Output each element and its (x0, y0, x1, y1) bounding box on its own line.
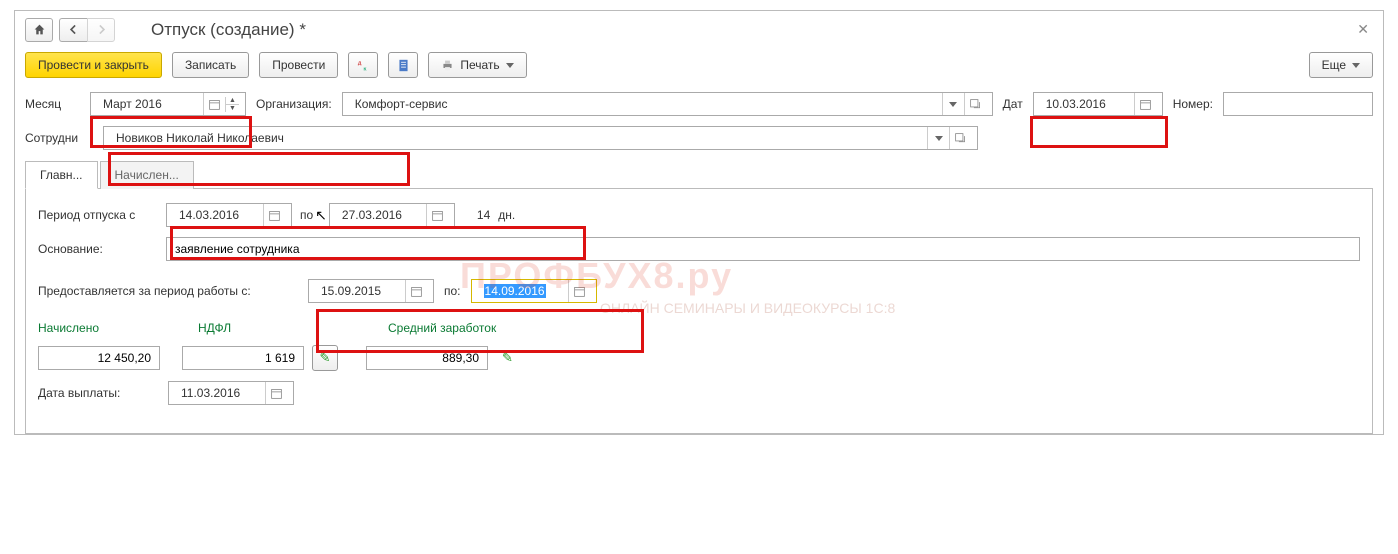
date-label: Дат (1003, 97, 1023, 111)
print-button[interactable]: Печать (428, 52, 526, 78)
more-label: Еще (1322, 58, 1346, 72)
calendar-icon[interactable] (265, 382, 287, 404)
work-period-to-value: 14.09.2016 (478, 284, 568, 298)
home-icon (33, 23, 46, 36)
period-from-field[interactable]: 14.03.2016 (166, 203, 292, 227)
save-button[interactable]: Записать (172, 52, 249, 78)
employee-label: Сотрудни (25, 131, 93, 145)
chevron-down-icon (1352, 63, 1360, 68)
org-label: Организация: (256, 97, 332, 111)
month-field[interactable]: Март 2016 ▲ ▼ (90, 92, 246, 116)
period-to-label: по (300, 208, 313, 222)
forward-button[interactable] (87, 18, 115, 42)
open-icon (954, 132, 967, 145)
period-days: 14 (477, 208, 490, 222)
avg-label: Средний заработок (388, 321, 496, 335)
tab-main[interactable]: Главн... (25, 161, 98, 189)
avg-input[interactable] (373, 350, 481, 366)
svg-text:К: К (363, 66, 366, 72)
svg-text:Д: Д (358, 60, 362, 66)
accrued-field[interactable] (38, 346, 160, 370)
more-button[interactable]: Еще (1309, 52, 1373, 78)
employee-value: Новиков Николай Николаевич (110, 131, 927, 145)
work-period-to-label: по: (444, 284, 461, 298)
printer-icon (441, 59, 454, 72)
calendar-icon[interactable] (1134, 93, 1156, 115)
payout-date-field[interactable]: 11.03.2016 (168, 381, 294, 405)
spinner-down[interactable]: ▼ (226, 105, 239, 112)
document-button[interactable] (388, 52, 418, 78)
arrow-right-icon (95, 23, 108, 36)
avg-field[interactable] (366, 346, 488, 370)
org-value: Комфорт-сервис (349, 97, 942, 111)
document-icon (397, 59, 410, 72)
payout-date-label: Дата выплаты: (38, 386, 158, 400)
doc-date-field[interactable]: 10.03.2016 (1033, 92, 1163, 116)
number-field[interactable] (1223, 92, 1373, 116)
dropdown-button[interactable] (927, 127, 949, 149)
period-to-field[interactable]: 27.03.2016 (329, 203, 455, 227)
calendar-icon[interactable] (263, 204, 285, 226)
calendar-icon[interactable] (568, 280, 590, 302)
calendar-icon[interactable] (405, 280, 427, 302)
accrued-label: Начислено (38, 321, 168, 335)
tab-accrued[interactable]: Начислен... (100, 161, 194, 189)
basis-input[interactable] (173, 241, 1353, 257)
month-label: Месяц (25, 97, 80, 111)
period-to-value: 27.03.2016 (336, 208, 426, 222)
calendar-icon[interactable] (426, 204, 448, 226)
ndfl-field[interactable] (182, 346, 304, 370)
print-label: Печать (460, 58, 499, 72)
employee-field[interactable]: Новиков Николай Николаевич (103, 126, 978, 150)
post-button[interactable]: Провести (259, 52, 338, 78)
open-icon (969, 98, 982, 111)
work-period-to-field[interactable]: 14.09.2016 (471, 279, 597, 303)
accrued-input[interactable] (45, 350, 153, 366)
ndfl-label: НДФЛ (198, 321, 358, 335)
pencil-icon: ✎ (320, 350, 331, 366)
payout-date-value: 11.03.2016 (175, 386, 265, 400)
post-and-close-button[interactable]: Провести и закрыть (25, 52, 162, 78)
page-title: Отпуск (создание) * (151, 20, 306, 40)
close-button[interactable]: ✕ (1353, 17, 1373, 42)
dt-kt-button[interactable]: ДК (348, 52, 378, 78)
work-period-from-value: 15.09.2015 (315, 284, 405, 298)
period-label: Период отпуска с (38, 208, 158, 222)
arrow-left-icon (67, 23, 80, 36)
dt-kt-icon: ДК (357, 59, 370, 72)
spinner-up[interactable]: ▲ (226, 97, 239, 105)
cursor-icon: ↖ (315, 207, 327, 224)
pencil-icon[interactable]: ✎ (502, 350, 513, 366)
period-from-value: 14.03.2016 (173, 208, 263, 222)
work-period-from-field[interactable]: 15.09.2015 (308, 279, 434, 303)
chevron-down-icon (506, 63, 514, 68)
period-days-unit: дн. (498, 208, 515, 222)
dropdown-button[interactable] (942, 93, 964, 115)
back-button[interactable] (59, 18, 87, 42)
home-button[interactable] (25, 18, 53, 42)
basis-field[interactable] (166, 237, 1360, 261)
open-button[interactable] (964, 93, 986, 115)
org-field[interactable]: Комфорт-сервис (342, 92, 993, 116)
doc-date-value: 10.03.2016 (1040, 97, 1134, 111)
work-period-label: Предоставляется за период работы с: (38, 284, 298, 298)
basis-label: Основание: (38, 242, 158, 256)
calendar-icon[interactable] (203, 93, 225, 115)
number-label: Номер: (1173, 97, 1213, 111)
edit-ndfl-button[interactable]: ✎ (312, 345, 338, 371)
ndfl-input[interactable] (189, 350, 297, 366)
open-button[interactable] (949, 127, 971, 149)
month-value: Март 2016 (97, 97, 203, 111)
number-input[interactable] (1230, 96, 1366, 112)
